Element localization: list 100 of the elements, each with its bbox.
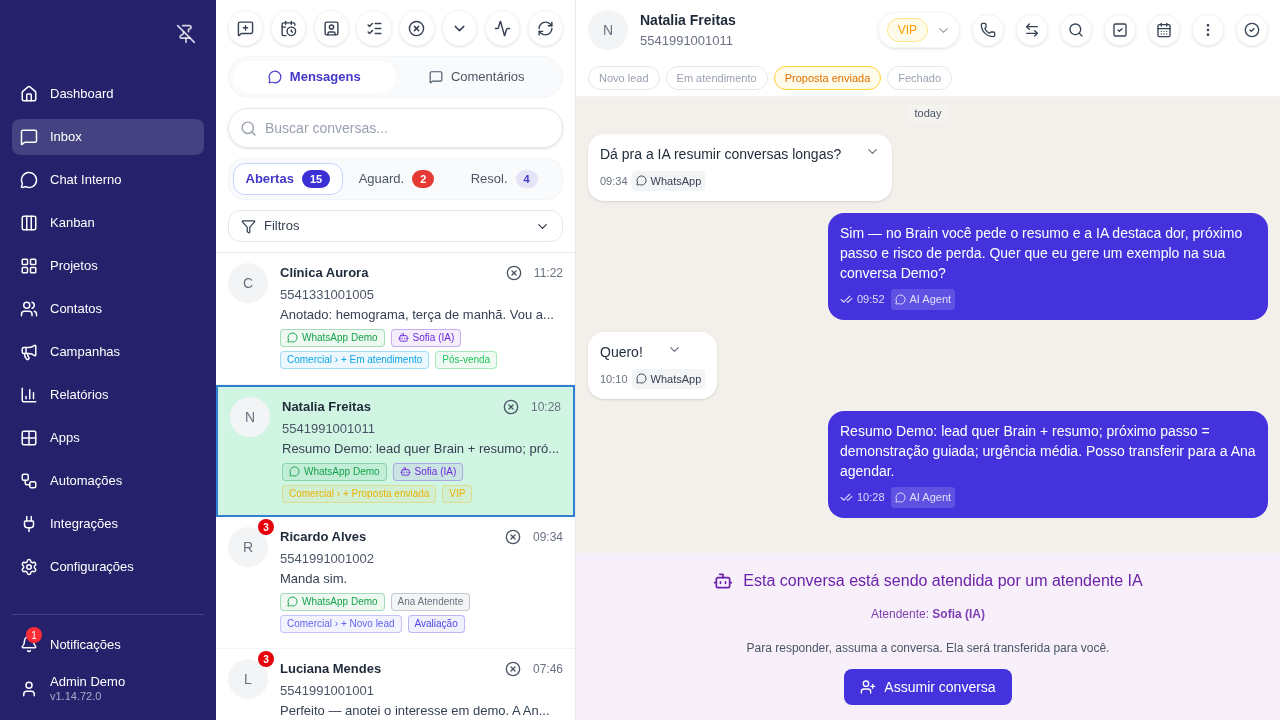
unread-badge: 3 xyxy=(258,651,274,667)
workflow-icon xyxy=(20,472,38,490)
message-preview: Perfeito — anotei o interesse em demo. A An... xyxy=(280,701,551,719)
bot-icon xyxy=(397,332,409,343)
nav-item[interactable]: Contatos xyxy=(12,291,204,327)
chat-bubble-icon xyxy=(20,171,38,189)
channel-tag: WhatsApp Demo xyxy=(282,462,387,481)
nav-item[interactable]: Integrações xyxy=(12,506,204,542)
megaphone-icon xyxy=(20,343,38,361)
comment-icon xyxy=(428,70,443,84)
channel-tag: WhatsApp Demo xyxy=(280,328,385,347)
notification-count: 1 xyxy=(26,627,42,644)
check-circle-icon xyxy=(1244,22,1260,38)
channel-tag: WhatsApp Demo xyxy=(280,592,385,611)
filter-dropdown[interactable]: Filtros xyxy=(228,210,563,242)
tab[interactable]: Mensagens xyxy=(233,61,396,93)
search-icon xyxy=(1068,22,1084,38)
nav-item[interactable]: Kanban xyxy=(12,205,204,241)
bot-icon xyxy=(399,466,411,477)
contact-name: Natalia Freitas xyxy=(282,398,372,416)
checkbox-icon xyxy=(1112,22,1128,38)
count-badge: 15 xyxy=(301,170,331,188)
assume-conversation-button[interactable]: Assumir conversa xyxy=(844,669,1012,705)
user-plus-icon xyxy=(860,679,877,695)
refresh-icon xyxy=(536,19,554,37)
nav-item[interactable]: Automações xyxy=(12,463,204,499)
contact-phone: 5541991001011 xyxy=(640,31,735,50)
contact-name: Ricardo Alves xyxy=(280,528,368,546)
close-circle-icon[interactable] xyxy=(502,398,519,415)
columns-icon xyxy=(20,214,38,232)
agent-tag: Sofia (IA) xyxy=(390,328,462,347)
whatsapp-icon xyxy=(287,332,298,343)
conversation-item[interactable]: C Clínica Aurora 11:22 5541331001005 Anotado: hemograma, terça de manhã. Vou a... WhatsApp Demo Sofia (IA) Comercial › + Em atendimento Pós-venda xyxy=(216,253,575,385)
notice-title: Esta conversa está sendo atendida por um atendente IA xyxy=(743,571,1143,591)
avatar: N xyxy=(588,10,628,50)
message-time: 10:28 xyxy=(530,398,561,416)
nav-item[interactable]: Projetos xyxy=(12,248,204,284)
close-circle-icon[interactable] xyxy=(505,264,522,281)
message-time: 10:10 xyxy=(600,371,628,387)
calendar-clock-icon xyxy=(279,19,297,37)
source-badge: AI Agent xyxy=(890,487,956,508)
close-circle-icon[interactable] xyxy=(504,660,521,677)
contact-phone: 5541991001001 xyxy=(280,681,375,699)
search-field[interactable]: Buscar conversas... xyxy=(228,108,563,148)
grid-icon xyxy=(20,257,38,275)
conversation-item[interactable]: R 3 Ricardo Alves 09:34 5541991001002 Manda sim. WhatsApp Demo Ana Atendente Comercial › + Novo lead Avaliação xyxy=(216,517,575,649)
message-preview: Anotado: hemograma, terça de manhã. Vou a... xyxy=(280,305,555,323)
chat-bubble-icon xyxy=(635,373,647,385)
chat-bubble-icon xyxy=(894,293,906,305)
close-circle-icon[interactable] xyxy=(504,528,521,545)
label-tag: Comercial › + Novo lead xyxy=(280,614,402,633)
count-badge: 2 xyxy=(412,170,435,188)
grid-icon xyxy=(20,429,38,447)
label-tag: Avaliação xyxy=(407,614,465,633)
status-tab[interactable]: Resol. 4 xyxy=(450,163,558,195)
source-badge: WhatsApp xyxy=(631,170,706,191)
avatar: N xyxy=(230,397,270,437)
bot-icon xyxy=(713,571,734,591)
vip-tag: VIP xyxy=(886,18,928,42)
settings-icon xyxy=(20,558,38,576)
chat-bubble-icon xyxy=(894,491,906,503)
nav-item[interactable]: Relatórios xyxy=(12,377,204,413)
whatsapp-icon xyxy=(287,596,298,607)
contact-phone: 5541991001011 xyxy=(282,419,377,437)
nav-item[interactable]: Configurações xyxy=(12,549,204,585)
source-badge: WhatsApp xyxy=(631,368,706,389)
message-time: 09:34 xyxy=(600,173,628,189)
nav-item[interactable]: Chat Interno xyxy=(12,162,204,198)
label-tag: Pós-venda xyxy=(435,350,498,369)
chat-bubble-icon xyxy=(635,175,647,187)
conversation-item[interactable]: L 3 Luciana Mendes 07:46 5541991001001 Perfeito — anotei o interesse em demo. A An... xyxy=(216,649,575,720)
message-preview: Resumo Demo: lead quer Brain + resumo; pró... xyxy=(282,439,561,457)
nav-item[interactable]: Apps xyxy=(12,420,204,456)
notifications-item[interactable]: 1 Notificações xyxy=(12,626,204,654)
tab[interactable]: Comentários xyxy=(395,61,558,93)
status-tab[interactable]: Aguard. 2 xyxy=(342,163,451,195)
message-preview: Manda sim. xyxy=(280,569,349,587)
status-tab[interactable]: Abertas 15 xyxy=(233,163,343,195)
conversation-item[interactable]: N Natalia Freitas 10:28 5541991001011 Resumo Demo: lead quer Brain + resumo; pró... WhatsApp Demo Sofia (IA) Comercial › + Proposta enviada VIP xyxy=(216,385,575,517)
label-tag: Ana Atendente xyxy=(390,592,471,611)
user-name: Admin Demo xyxy=(50,674,126,691)
transfer-icon xyxy=(1024,22,1040,38)
nav-item[interactable]: Dashboard xyxy=(12,76,204,112)
label-tag: VIP xyxy=(442,484,473,503)
message-time: 07:46 xyxy=(532,660,563,678)
contact-phone: 5541331001005 xyxy=(280,285,375,303)
new-message-icon xyxy=(237,19,255,37)
contact-name: Clínica Aurora xyxy=(280,264,370,282)
app-version: v1.14.72.0 xyxy=(50,690,103,704)
message-text: Quero! xyxy=(600,342,643,362)
source-badge: AI Agent xyxy=(890,289,956,310)
bar-chart-icon xyxy=(20,386,38,404)
close-circle-icon xyxy=(408,19,426,37)
unpin-icon[interactable] xyxy=(176,24,196,44)
home-icon xyxy=(20,85,38,103)
contact-phone: 5541991001002 xyxy=(280,549,375,567)
nav-item[interactable]: Campanhas xyxy=(12,334,204,370)
user-icon xyxy=(20,680,38,698)
nav-item[interactable]: Inbox xyxy=(12,119,204,155)
calendar-icon xyxy=(1156,22,1172,38)
